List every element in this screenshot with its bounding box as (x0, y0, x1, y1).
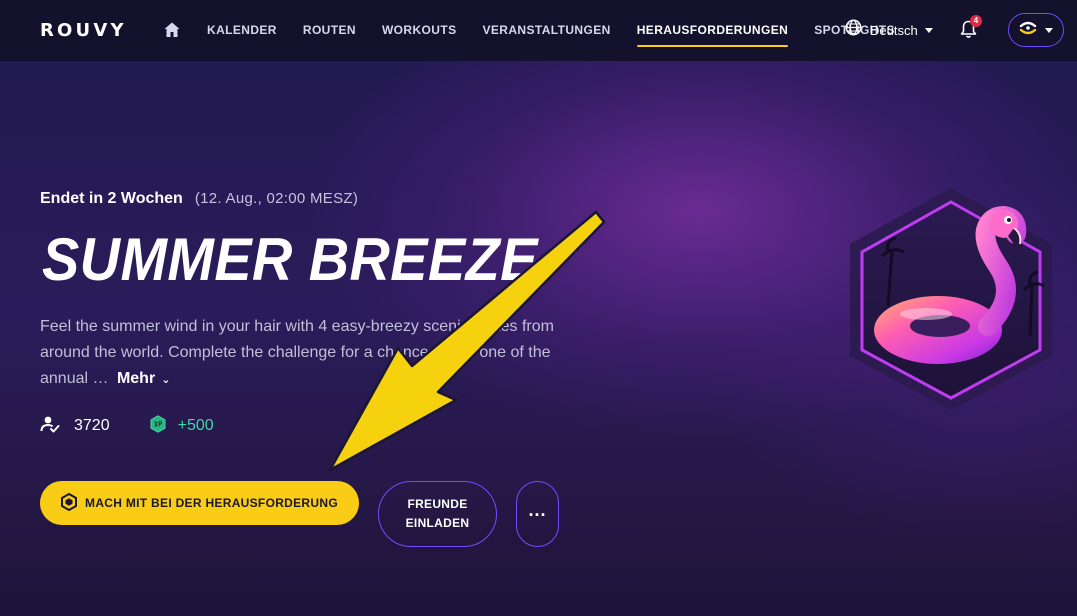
nav-item-routen[interactable]: ROUTEN (303, 0, 356, 61)
more-options-button[interactable]: ... (516, 481, 559, 547)
logo-text: ROUVY (40, 19, 127, 41)
language-selector[interactable]: Deutsch (845, 19, 933, 41)
flamingo-float-badge (848, 186, 1058, 412)
participants-icon (40, 415, 60, 438)
invite-label-line2: EINLADEN (405, 516, 470, 530)
challenge-stats: 3720 +500 (40, 414, 214, 438)
notification-count-badge: 4 (970, 15, 982, 27)
join-challenge-button[interactable]: MACH MIT BEI DER HERAUSFORDERUNG (40, 481, 359, 525)
invite-friends-button[interactable]: FREUNDE EINLADEN (378, 481, 497, 547)
home-icon[interactable] (163, 21, 181, 39)
rouvy-logo[interactable]: ROUVY (40, 19, 127, 41)
deadline-date: (12. Aug., 02:00 MESZ) (194, 190, 359, 207)
challenge-description: Feel the summer wind in your hair with 4… (40, 314, 560, 393)
chevron-down-icon (1045, 27, 1053, 33)
nav-item-kalender[interactable]: KALENDER (207, 0, 277, 61)
bell-icon (960, 20, 977, 43)
more-link[interactable]: Mehr ⌄ (113, 370, 171, 387)
xp-icon (150, 414, 166, 438)
join-button-label: MACH MIT BEI DER HERAUSFORDERUNG (85, 496, 338, 510)
rouvy-avatar-icon (1019, 21, 1037, 40)
chevron-down-icon (924, 27, 933, 33)
main-nav: KALENDER ROUTEN WORKOUTS VERANSTALTUNGEN… (207, 0, 921, 61)
more-label: Mehr (116, 370, 156, 387)
globe-icon (845, 19, 862, 41)
profile-menu-button[interactable] (1008, 13, 1064, 47)
language-label: Deutsch (870, 22, 918, 38)
challenge-title: SUMMER BREEZE (42, 226, 538, 293)
nav-item-veranstaltungen[interactable]: VERANSTALTUNGEN (482, 0, 610, 61)
challenge-deadline: Endet in 2 Wochen (12. Aug., 02:00 MESZ) (40, 190, 358, 208)
deadline-text: Endet in 2 Wochen (40, 190, 183, 207)
ellipsis-icon: ... (528, 499, 547, 520)
participants-count: 3720 (74, 417, 110, 434)
nav-item-workouts[interactable]: WORKOUTS (382, 0, 457, 61)
xp-reward: +500 (177, 417, 214, 434)
notifications-button[interactable]: 4 (960, 15, 982, 43)
invite-label-line1: FREUNDE (407, 497, 468, 511)
hexagon-icon (61, 492, 78, 514)
top-navbar: ROUVY KALENDER ROUTEN WORKOUTS VERANSTAL… (0, 0, 1077, 61)
nav-item-herausforderungen[interactable]: HERAUSFORDERUNGEN (636, 0, 789, 61)
chevron-down-icon: ⌄ (161, 374, 171, 386)
